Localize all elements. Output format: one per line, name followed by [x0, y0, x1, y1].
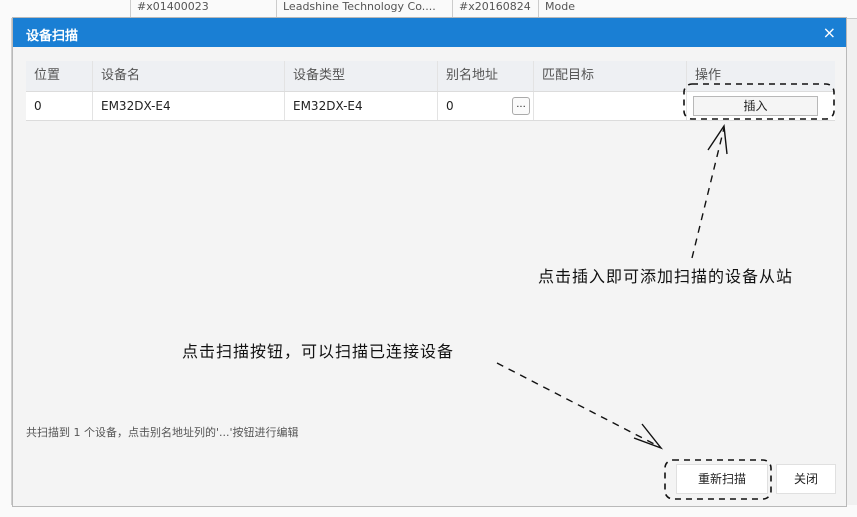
- scan-arrow-line: [496, 362, 661, 448]
- annotation-overlay: [496, 83, 835, 500]
- rescan-highlight-box: [664, 459, 772, 500]
- insert-arrow-head: [707, 124, 728, 155]
- insert-highlight-box: [683, 83, 835, 120]
- insert-arrow-line: [691, 127, 725, 259]
